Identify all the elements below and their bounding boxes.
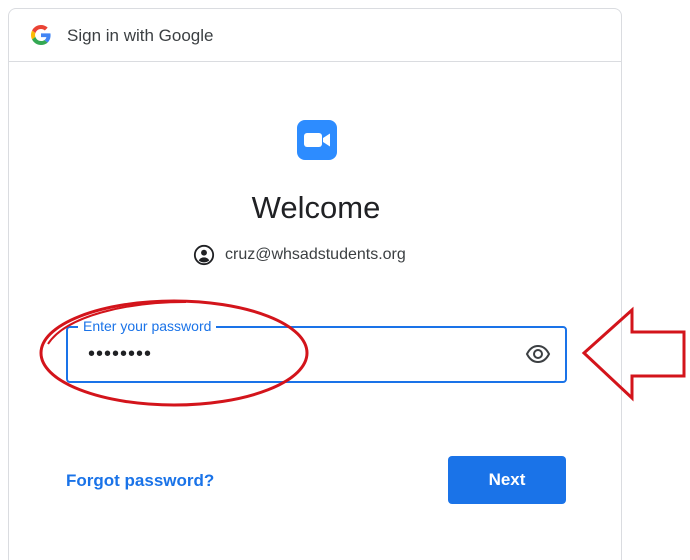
forgot-password-link[interactable]: Forgot password? <box>66 470 214 492</box>
red-ellipse <box>39 299 309 407</box>
google-g-icon <box>31 25 51 45</box>
eye-icon[interactable] <box>525 343 551 365</box>
page-title: Welcome <box>251 190 381 225</box>
screen: Sign in with Google Welcome cruz@whsadst… <box>0 0 690 560</box>
signin-header: Sign in with Google <box>9 9 621 62</box>
red-left-arrow-icon <box>581 306 686 402</box>
account-chip[interactable]: cruz@whsadstudents.org <box>193 241 406 269</box>
zoom-video-icon <box>297 120 337 160</box>
header-title: Sign in with Google <box>67 26 214 45</box>
account-circle-icon <box>193 244 215 266</box>
account-email: cruz@whsadstudents.org <box>225 246 406 263</box>
signin-card: Sign in with Google Welcome cruz@whsadst… <box>8 8 622 560</box>
next-button[interactable]: Next <box>448 456 566 504</box>
